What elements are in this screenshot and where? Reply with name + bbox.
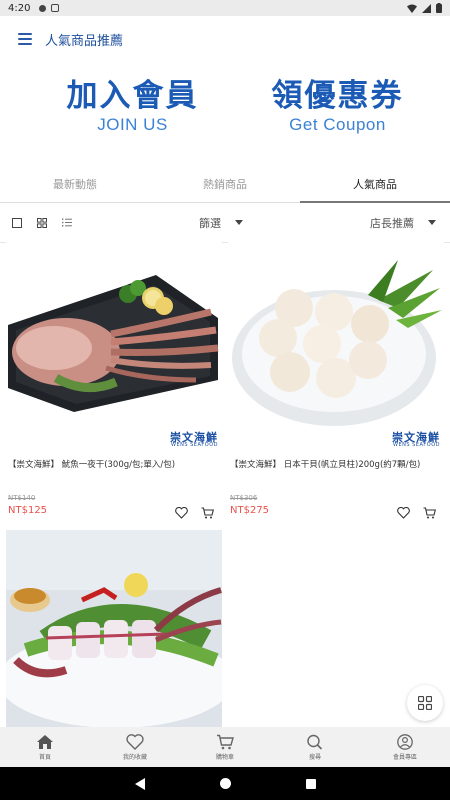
category-tabs: 最新動態 熱銷商品 人氣商品 — [0, 170, 450, 203]
filter-label: 篩選 — [199, 216, 221, 230]
get-coupon-title: 領優惠券 — [271, 78, 404, 114]
tab-best-sellers[interactable]: 熱銷商品 — [150, 170, 300, 202]
product-image-squid[interactable]: 崇文海鮮 WENS SEAFOOD — [6, 230, 222, 450]
favorite-heart-icon[interactable] — [397, 507, 410, 519]
status-time: 4:20 — [8, 2, 31, 14]
product-actions — [397, 507, 436, 519]
join-member-subtitle: JOIN US — [97, 115, 168, 134]
nav-member-label: 會員專區 — [392, 753, 417, 761]
get-coupon-subtitle: Get Coupon — [289, 115, 386, 134]
sort-label: 店長推薦 — [370, 216, 414, 230]
home-button-icon[interactable] — [219, 778, 231, 789]
add-to-cart-icon[interactable] — [201, 507, 214, 519]
recent-apps-icon[interactable] — [305, 778, 316, 789]
squid-image — [6, 230, 222, 450]
get-coupon-banner[interactable]: 領優惠券 Get Coupon — [235, 78, 450, 158]
product-image-scallop[interactable]: 崇文海鮮 WENS SEAFOOD — [228, 230, 444, 450]
brand-logo-en: WENS SEAFOOD — [393, 442, 440, 448]
menu-icon[interactable] — [18, 33, 32, 45]
nav-favorites[interactable]: 我的收藏 — [90, 727, 180, 767]
nav-home[interactable]: 首頁 — [0, 727, 90, 767]
nav-favorites-label: 我的收藏 — [122, 753, 147, 761]
product-card[interactable]: 崇文海鮮 WENS SEAFOOD 【崇文海鮮】 魷魚一夜干(300g/包;單入… — [6, 230, 222, 519]
brand-logo: 崇文海鮮 WENS SEAFOOD — [170, 432, 218, 448]
nav-cart[interactable]: 購物車 — [180, 727, 270, 767]
join-member-title: 加入會員 — [66, 78, 199, 114]
page-title: 人氣商品推薦 — [45, 33, 124, 49]
product-name[interactable]: 【崇文海鮮】 魷魚一夜干(300g/包;單入/包) — [6, 458, 222, 470]
nav-search[interactable]: 搜尋 — [270, 727, 360, 767]
product-card[interactable] — [6, 530, 222, 727]
filter-dropdown[interactable]: 篩選 — [199, 215, 243, 231]
nav-cart-label: 購物車 — [215, 753, 234, 761]
tab-popular-products[interactable]: 人氣商品 — [300, 170, 450, 203]
heart-icon — [126, 733, 144, 750]
app-screen: 4:20 人氣商品推薦 加入會員 JOIN US 領優惠券 Get Coupon… — [0, 0, 450, 800]
wifi-icon — [407, 4, 417, 13]
add-to-cart-icon[interactable] — [423, 507, 436, 519]
status-bar: 4:20 — [0, 0, 450, 16]
status-icons — [407, 3, 442, 13]
sort-dropdown[interactable]: 店長推薦 — [370, 215, 436, 231]
floating-menu-button[interactable] — [407, 685, 443, 721]
system-navigation-bar — [0, 767, 450, 800]
bottom-navigation: 首頁 我的收藏 購物車 搜尋 會員專區 — [0, 727, 450, 767]
sort-caret-icon — [428, 220, 436, 225]
filter-caret-icon — [235, 220, 243, 225]
grid-view-icon[interactable] — [36, 217, 48, 229]
signal-icon — [422, 3, 431, 13]
notification-icon — [39, 4, 47, 12]
search-icon — [307, 734, 323, 750]
product-grid: 崇文海鮮 WENS SEAFOOD 【崇文海鮮】 魷魚一夜干(300g/包;單入… — [0, 230, 450, 727]
product-name[interactable]: 【崇文海鮮】 日本干貝(帆立貝柱)200g(約7顆/包) — [228, 458, 444, 470]
grid-menu-icon — [418, 696, 432, 710]
product-image-squid-plate[interactable] — [6, 530, 222, 727]
scallop-image — [228, 230, 444, 450]
app-bar: 人氣商品推薦 — [0, 16, 450, 62]
product-actions — [175, 507, 214, 519]
brand-logo-en: WENS SEAFOOD — [171, 442, 218, 448]
join-member-banner[interactable]: 加入會員 JOIN US — [0, 78, 235, 158]
promo-banners: 加入會員 JOIN US 領優惠券 Get Coupon — [0, 62, 450, 158]
user-icon — [397, 733, 413, 750]
product-card[interactable]: 崇文海鮮 WENS SEAFOOD 【崇文海鮮】 日本干貝(帆立貝柱)200g(… — [228, 230, 444, 519]
cart-icon — [217, 734, 234, 749]
product-original-price: NT$140 — [8, 494, 36, 502]
home-icon — [37, 734, 53, 749]
product-original-price: NT$306 — [230, 494, 258, 502]
favorite-heart-icon[interactable] — [175, 507, 188, 519]
back-icon[interactable] — [134, 777, 145, 790]
nav-member[interactable]: 會員專區 — [360, 727, 450, 767]
single-view-icon[interactable] — [11, 217, 23, 229]
battery-icon — [436, 3, 442, 13]
tab-latest-news[interactable]: 最新動態 — [0, 170, 150, 202]
app-notification-icon — [51, 4, 60, 12]
list-view-icon[interactable] — [61, 217, 73, 229]
brand-logo: 崇文海鮮 WENS SEAFOOD — [392, 432, 440, 448]
nav-home-label: 首頁 — [38, 753, 51, 761]
squid-plate-image — [6, 530, 222, 727]
nav-search-label: 搜尋 — [308, 753, 321, 761]
